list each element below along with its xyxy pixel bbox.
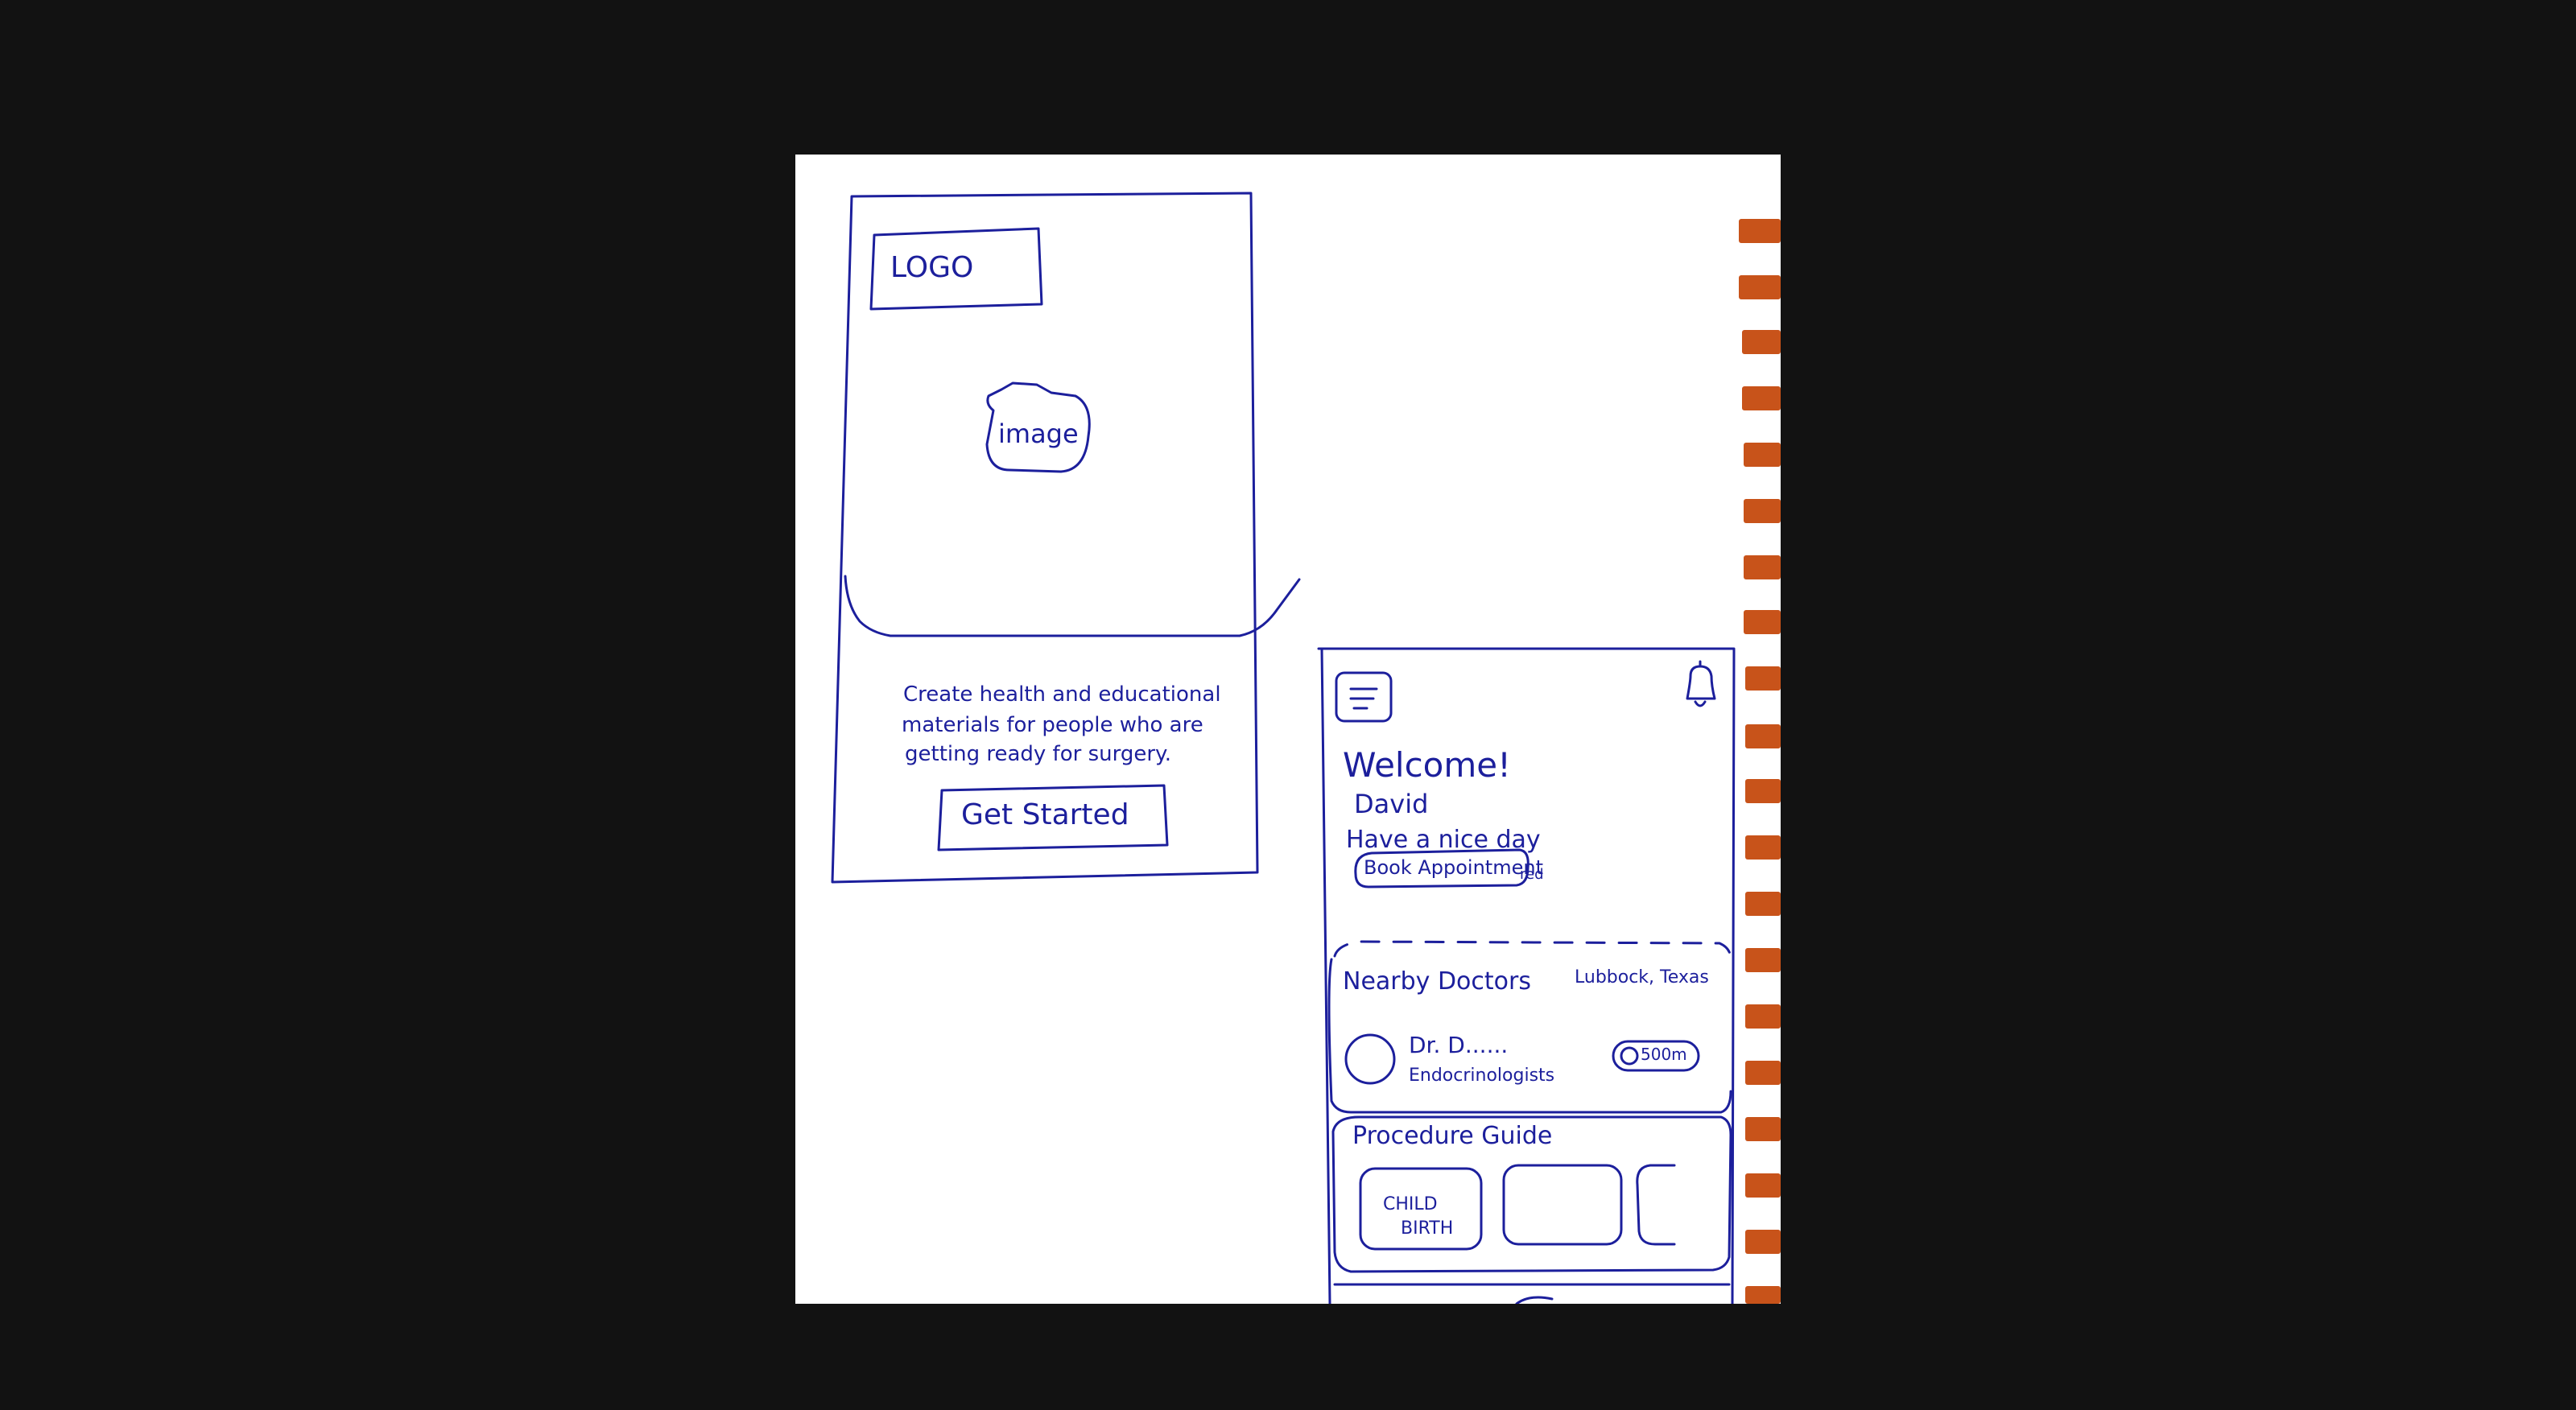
procedure-card-1-line-1[interactable]: CHILD [1383,1194,1438,1214]
welcome-heading: Welcome! [1343,745,1511,785]
nearby-doctors-title: Nearby Doctors [1343,967,1531,996]
menu-icon-box [1335,671,1393,723]
doctor-avatar [1344,1033,1396,1085]
greeting-text: Have a nice day [1346,826,1541,854]
procedure-card-2 [1502,1164,1623,1246]
bell-icon-shape [1686,660,1716,707]
book-appointment-button[interactable]: Book Appointment [1364,856,1543,879]
image-label: image [998,418,1079,449]
nearby-location: Lubbock, Texas [1575,967,1709,987]
get-started-button[interactable]: Get Started [961,798,1129,831]
next-section-hint [1333,1283,1731,1304]
user-name: David [1354,789,1429,819]
dashed-separator [1333,940,1732,961]
onboarding-description-line-1: Create health and educational [903,682,1221,707]
sketch-paper: LOGO image Create health and educational… [795,155,1781,1304]
doctor-specialty: Endocrinologists [1409,1066,1555,1086]
logo-label: LOGO [890,251,974,284]
clock-icon [1620,1046,1639,1066]
onboarding-header-curve [844,575,1301,637]
procedure-guide-title: Procedure Guide [1352,1122,1553,1150]
doctor-distance: 500m [1641,1045,1687,1064]
onboarding-description-line-3: getting ready for surgery. [905,742,1171,766]
doctor-name: Dr. D...... [1409,1032,1509,1058]
procedure-card-1-line-2[interactable]: BIRTH [1401,1218,1453,1239]
onboarding-description-line-2: materials for people who are [902,713,1203,737]
notebook-tabs [1739,219,1781,1304]
onboarding-frame [831,192,1259,884]
procedure-card-3 [1636,1164,1676,1246]
book-appointment-note: red [1520,866,1544,883]
menu-icon-lines [1349,687,1378,710]
